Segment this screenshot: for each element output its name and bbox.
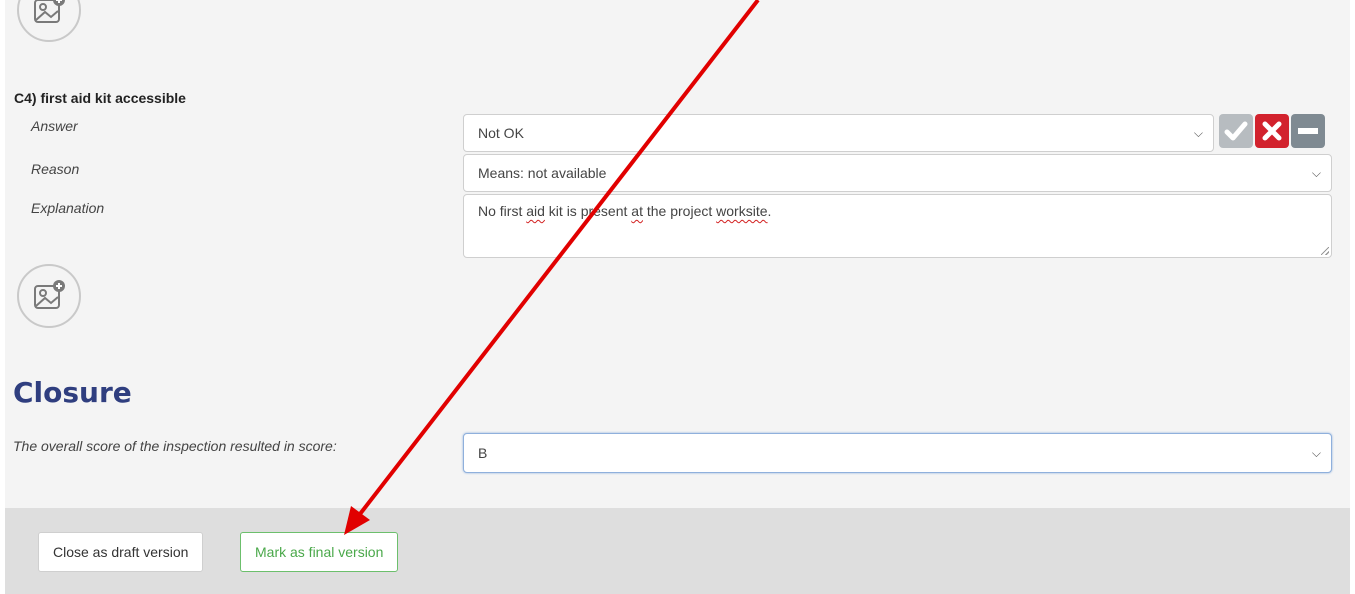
closure-heading: Closure [13, 376, 132, 409]
mark-ok-button[interactable] [1219, 114, 1253, 148]
x-icon [1262, 121, 1282, 141]
minus-icon [1298, 128, 1318, 134]
explanation-label: Explanation [31, 200, 105, 216]
add-photo-button[interactable] [17, 264, 81, 328]
mark-not-applicable-button[interactable] [1291, 114, 1325, 148]
mark-not-ok-button[interactable] [1255, 114, 1289, 148]
score-select[interactable]: B ⌵ [463, 433, 1332, 473]
check-icon [1224, 121, 1248, 141]
add-photo-icon [34, 280, 65, 309]
score-value: B [478, 445, 488, 461]
chevron-down-icon: ⌵ [1193, 126, 1203, 140]
explanation-text: No first aid kit is present at the proje… [478, 203, 772, 219]
resize-handle[interactable] [1321, 247, 1329, 255]
footer-bar: Close as draft version Mark as final ver… [5, 508, 1350, 594]
reason-select[interactable]: Means: not available ⌵ [463, 154, 1332, 192]
mark-as-final-button[interactable]: Mark as final version [240, 532, 399, 572]
inspection-page: C4) first aid kit accessible Answer Not … [5, 0, 1350, 594]
score-label: The overall score of the inspection resu… [13, 438, 337, 454]
answer-value: Not OK [478, 125, 524, 141]
question-title: C4) first aid kit accessible [14, 90, 186, 106]
chevron-down-icon: ⌵ [1311, 166, 1321, 180]
reason-value: Means: not available [478, 165, 607, 181]
explanation-textarea[interactable]: No first aid kit is present at the proje… [463, 194, 1332, 258]
close-as-draft-button[interactable]: Close as draft version [38, 532, 204, 572]
answer-label: Answer [31, 118, 78, 134]
reason-label: Reason [31, 161, 80, 177]
add-photo-button-top[interactable] [17, 0, 81, 42]
chevron-down-icon: ⌵ [1311, 446, 1321, 460]
add-photo-icon [34, 0, 65, 23]
answer-select[interactable]: Not OK ⌵ [463, 114, 1214, 152]
